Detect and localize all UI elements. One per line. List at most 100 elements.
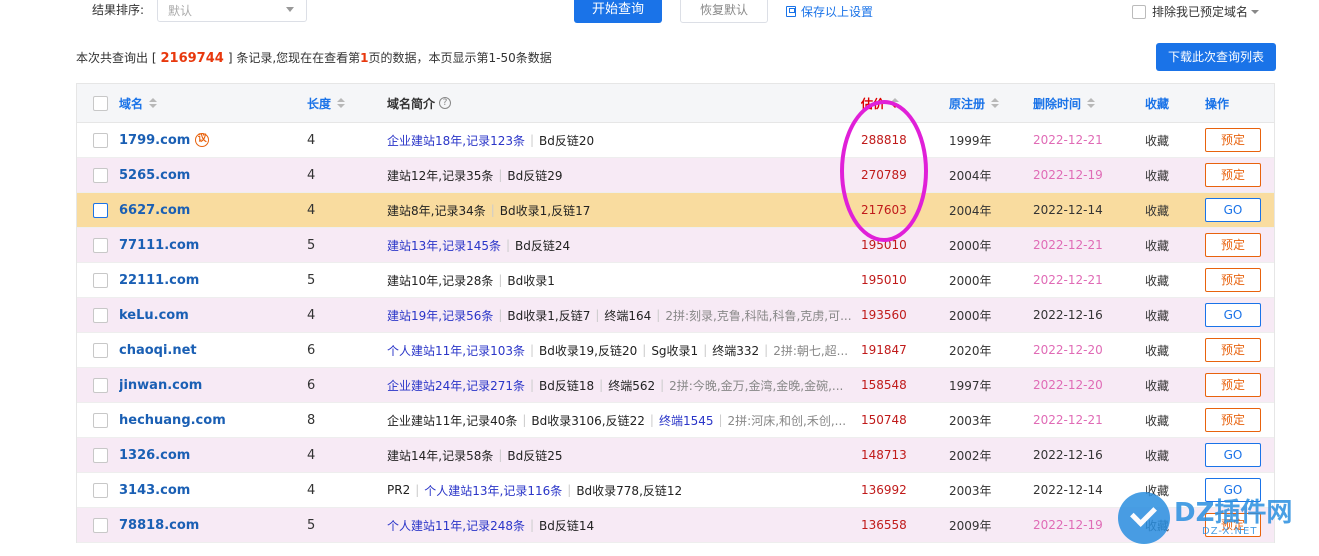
- desc-segment[interactable]: Bd反链24: [515, 237, 570, 254]
- help-icon[interactable]: ?: [439, 97, 452, 109]
- select-all-checkbox[interactable]: [93, 95, 108, 111]
- desc-segment: PR2: [387, 483, 411, 497]
- row-checkbox[interactable]: [93, 412, 108, 428]
- sort-select[interactable]: 默认: [157, 0, 307, 22]
- reserve-button[interactable]: 预定: [1205, 268, 1261, 292]
- domain-link[interactable]: 1326.com: [119, 448, 190, 463]
- desc-cell: 建站19年,记录56条 | Bd收录1,反链7 | 终端164 | 2拼:刻录,克鲁,科陆,…: [387, 298, 857, 332]
- favorite-link[interactable]: 收藏: [1145, 333, 1185, 367]
- desc-segment[interactable]: Bd反链29: [507, 167, 562, 184]
- row-checkbox[interactable]: [93, 517, 108, 533]
- separator: |: [530, 343, 535, 357]
- row-select-cell: [93, 158, 111, 192]
- reserve-button[interactable]: 预定: [1205, 373, 1261, 397]
- go-button[interactable]: GO: [1205, 443, 1261, 467]
- row-checkbox[interactable]: [93, 482, 108, 498]
- desc-segment: 2拼:刻录,克鲁,科陆,科鲁,克虏,可...: [665, 308, 852, 323]
- desc-segment[interactable]: 企业建站24年,记录271条: [387, 377, 525, 394]
- domain-link[interactable]: chaoqi.net: [119, 343, 197, 358]
- desc-segment[interactable]: 企业建站18年,记录123条: [387, 132, 525, 149]
- table-row: keLu.com 4 建站19年,记录56条 | Bd收录1,反链7 | 终端164 | 2拼:…: [77, 298, 1274, 333]
- domain-link[interactable]: 5265.com: [119, 168, 190, 183]
- desc-segment[interactable]: 个人建站13年,记录116条: [424, 482, 562, 499]
- favorite-link[interactable]: 收藏: [1145, 158, 1185, 192]
- table-row: 1799.com 议 4 企业建站18年,记录123条 | Bd反链20 288818 199…: [77, 123, 1274, 158]
- summary-suffix: 页的数据，本页显示第1-50条数据: [368, 51, 552, 65]
- favorite-link[interactable]: 收藏: [1145, 438, 1185, 472]
- favorite-link[interactable]: 收藏: [1145, 263, 1185, 297]
- desc-segment[interactable]: Bd反链20: [539, 132, 594, 149]
- row-checkbox[interactable]: [93, 377, 108, 393]
- row-checkbox[interactable]: [93, 202, 108, 218]
- desc-segment[interactable]: Bd反链25: [507, 447, 562, 464]
- row-checkbox[interactable]: [93, 272, 108, 288]
- separator: |: [764, 343, 769, 357]
- start-query-button[interactable]: 开始查询: [574, 0, 662, 23]
- header-domain[interactable]: 域名: [119, 84, 309, 122]
- reset-default-button[interactable]: 恢复默认: [680, 0, 768, 23]
- desc-cell: 个人建站11年,记录248条 | Bd反链14: [387, 508, 857, 542]
- row-checkbox[interactable]: [93, 447, 108, 463]
- favorite-link[interactable]: 收藏: [1145, 193, 1185, 227]
- desc-segment[interactable]: Bd收录1,反链17: [500, 202, 591, 219]
- domain-link[interactable]: 22111.com: [119, 273, 199, 288]
- favorite-link[interactable]: 收藏: [1145, 368, 1185, 402]
- desc-segment[interactable]: 个人建站11年,记录248条: [387, 517, 525, 534]
- table-row: jinwan.com 6 企业建站24年,记录271条 | Bd反链18 | 终端562 | 2…: [77, 368, 1274, 403]
- favorite-link[interactable]: 收藏: [1145, 403, 1185, 437]
- row-select-cell: [93, 438, 111, 472]
- go-button[interactable]: GO: [1205, 303, 1261, 327]
- registered-cell: 1999年: [949, 133, 992, 148]
- desc-segment: Bd收录1,反链7: [507, 308, 591, 323]
- desc-segment[interactable]: 建站13年,记录145条: [387, 237, 501, 254]
- sort-icon: [991, 97, 1000, 109]
- favorite-link[interactable]: 收藏: [1145, 298, 1185, 332]
- reserve-button[interactable]: 预定: [1205, 233, 1261, 257]
- reserve-button[interactable]: 预定: [1205, 128, 1261, 152]
- watermark-subtext: DZ-X.NET: [1202, 526, 1258, 537]
- desc-segment[interactable]: Bd收录3106,反链22: [531, 412, 644, 429]
- go-button[interactable]: GO: [1205, 198, 1261, 222]
- header-length[interactable]: 长度: [307, 84, 377, 122]
- desc-segment[interactable]: 个人建站11年,记录103条: [387, 342, 525, 359]
- domain-link[interactable]: keLu.com: [119, 308, 189, 323]
- length-cell: 4: [307, 482, 316, 498]
- favorite-link[interactable]: 收藏: [1145, 123, 1185, 157]
- row-select-cell: [93, 228, 111, 262]
- download-list-button[interactable]: 下载此次查询列表: [1156, 43, 1276, 71]
- row-select-cell: [93, 403, 111, 437]
- header-registered[interactable]: 原注册: [949, 84, 1029, 122]
- action-cell: 预定: [1205, 123, 1265, 157]
- domain-link[interactable]: 6627.com: [119, 203, 190, 218]
- domain-link[interactable]: 1799.com: [119, 133, 190, 148]
- desc-segment[interactable]: Bd反链18: [539, 377, 594, 394]
- table-row: 5265.com 4 建站12年,记录35条 | Bd反链29 270789 2004年 20…: [77, 158, 1274, 193]
- favorite-link[interactable]: 收藏: [1145, 228, 1185, 262]
- save-settings-link[interactable]: 保存以上设置: [786, 3, 873, 20]
- row-checkbox[interactable]: [93, 237, 108, 253]
- domain-link[interactable]: 78818.com: [119, 518, 199, 533]
- desc-segment[interactable]: Bd反链14: [539, 517, 594, 534]
- reserve-button[interactable]: 预定: [1205, 163, 1261, 187]
- length-cell: 5: [307, 517, 316, 533]
- domain-link[interactable]: jinwan.com: [119, 378, 202, 393]
- domain-link[interactable]: 77111.com: [119, 238, 199, 253]
- row-checkbox[interactable]: [93, 167, 108, 183]
- desc-segment[interactable]: 建站19年,记录56条: [387, 307, 493, 324]
- header-deleted[interactable]: 删除时间: [1033, 84, 1133, 122]
- row-checkbox[interactable]: [93, 342, 108, 358]
- desc-segment[interactable]: Bd收录778,反链12: [576, 482, 682, 499]
- exclude-checkbox[interactable]: [1132, 5, 1146, 19]
- domain-link[interactable]: hechuang.com: [119, 413, 226, 428]
- desc-segment[interactable]: 终端1545: [659, 412, 714, 429]
- row-checkbox[interactable]: [93, 307, 108, 323]
- reserve-button[interactable]: 预定: [1205, 338, 1261, 362]
- length-cell: 5: [307, 237, 316, 253]
- save-settings-label: 保存以上设置: [801, 5, 874, 19]
- exclude-reserved-toggle[interactable]: 排除我已预定域名: [1132, 3, 1260, 20]
- deleted-cell: 2022-12-20: [1033, 378, 1103, 392]
- row-checkbox[interactable]: [93, 132, 108, 148]
- reserve-button[interactable]: 预定: [1205, 408, 1261, 432]
- desc-segment[interactable]: Bd收录19,反链20: [539, 342, 637, 359]
- domain-link[interactable]: 3143.com: [119, 483, 190, 498]
